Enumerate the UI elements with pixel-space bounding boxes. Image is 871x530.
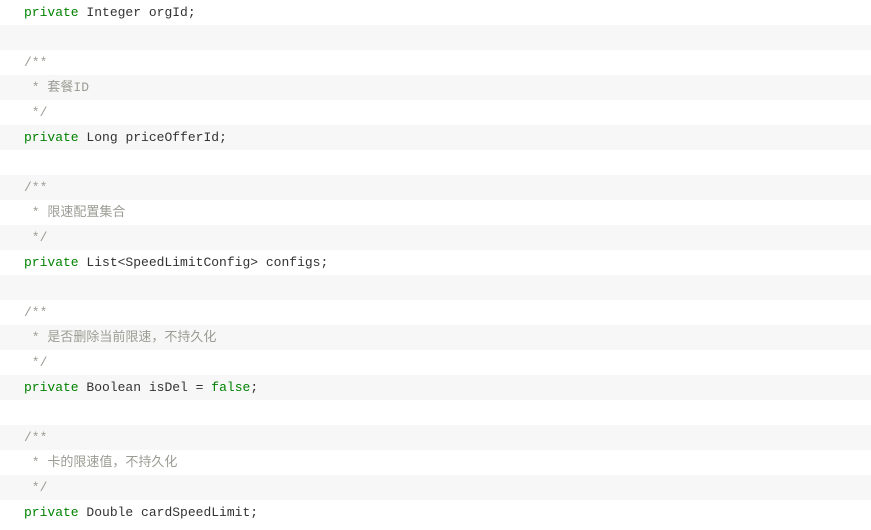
code-token: */ (24, 355, 47, 370)
code-token: configs (266, 255, 321, 270)
code-line: * 卡的限速值，不持久化 (0, 450, 871, 475)
code-token: */ (24, 105, 47, 120)
code-block: private Integer orgId; /** * 套餐ID */ priv… (0, 0, 871, 525)
code-token: 卡的限速值，不持久化 (47, 455, 177, 470)
code-token (133, 505, 141, 520)
code-line: private List<SpeedLimitConfig> configs; (0, 250, 871, 275)
code-token (188, 380, 196, 395)
code-token: * (24, 205, 40, 220)
code-token: ; (250, 505, 258, 520)
code-line: private Double cardSpeedLimit; (0, 500, 871, 525)
code-token: isDel (149, 380, 188, 395)
code-token (141, 5, 149, 20)
code-token: /** (24, 430, 47, 445)
code-token: * (24, 455, 40, 470)
code-token: 限速配置集合 (47, 205, 125, 220)
code-token: /** (24, 180, 47, 195)
code-line: */ (0, 100, 871, 125)
code-token: orgId (149, 5, 188, 20)
code-token: /** (24, 55, 47, 70)
code-token: Boolean (86, 380, 141, 395)
code-token: * (24, 80, 40, 95)
code-token: ; (219, 130, 227, 145)
code-line (0, 400, 871, 425)
code-line: /** (0, 300, 871, 325)
code-token (141, 380, 149, 395)
code-token: * (24, 330, 40, 345)
code-token: ; (320, 255, 328, 270)
code-token: private (24, 130, 79, 145)
code-token: private (24, 255, 79, 270)
code-line: private Boolean isDel = false; (0, 375, 871, 400)
code-line: * 限速配置集合 (0, 200, 871, 225)
code-line: private Integer orgId; (0, 0, 871, 25)
code-line: /** (0, 425, 871, 450)
code-token: Integer (86, 5, 141, 20)
code-line: */ (0, 475, 871, 500)
code-token: cardSpeedLimit (141, 505, 250, 520)
code-token: priceOfferId (125, 130, 219, 145)
code-token: private (24, 380, 79, 395)
code-token: Double (86, 505, 133, 520)
code-line: * 是否删除当前限速，不持久化 (0, 325, 871, 350)
code-line: * 套餐ID (0, 75, 871, 100)
code-line (0, 275, 871, 300)
code-line (0, 150, 871, 175)
code-token: 是否删除当前限速，不持久化 (47, 330, 216, 345)
code-token: private (24, 505, 79, 520)
code-token: Long (86, 130, 117, 145)
code-line: */ (0, 350, 871, 375)
code-token: ; (188, 5, 196, 20)
code-token: */ (24, 230, 47, 245)
code-line: private Long priceOfferId; (0, 125, 871, 150)
code-token: ; (250, 380, 258, 395)
code-token (258, 255, 266, 270)
code-line: */ (0, 225, 871, 250)
code-token: 套餐ID (47, 80, 89, 95)
code-token: List<SpeedLimitConfig> (86, 255, 258, 270)
code-line: /** (0, 50, 871, 75)
code-token: */ (24, 480, 47, 495)
code-token: private (24, 5, 79, 20)
code-token: false (211, 380, 250, 395)
code-line (0, 25, 871, 50)
code-token: /** (24, 305, 47, 320)
code-line: /** (0, 175, 871, 200)
